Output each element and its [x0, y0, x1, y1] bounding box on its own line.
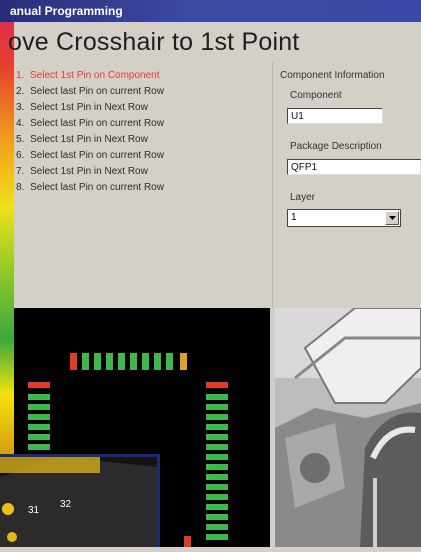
panel-divider: [272, 62, 273, 308]
page-heading: ove Crosshair to 1st Point: [8, 28, 300, 56]
step-item: 3. Select 1st Pin in Next Row: [16, 102, 148, 113]
layer-select[interactable]: 1: [287, 209, 401, 227]
camera-view[interactable]: [275, 308, 421, 547]
window-title-bar[interactable]: anual Programming: [0, 0, 421, 22]
inset-number-31: 31: [28, 505, 40, 516]
step-item: 8. Select last Pin on current Row: [16, 182, 164, 193]
step-item: 4. Select last Pin on current Row: [16, 118, 164, 129]
component-info-title: Component Information: [280, 70, 385, 81]
step-item: 2. Select last Pin on current Row: [16, 86, 164, 97]
component-field[interactable]: U1: [287, 108, 383, 124]
photo-inset: 31 32: [0, 454, 160, 547]
chevron-down-icon[interactable]: [385, 211, 399, 225]
window-title: anual Programming: [10, 4, 123, 18]
component-label: Component: [290, 90, 342, 101]
step-list: 1. Select 1st Pin on Component 2. Select l…: [16, 68, 164, 196]
camera-image: [275, 308, 421, 547]
package-description-field[interactable]: QFP1: [287, 159, 421, 175]
step-item: 5. Select 1st Pin in Next Row: [16, 134, 148, 145]
inset-photo: 31 32: [0, 457, 157, 547]
layer-label: Layer: [290, 192, 316, 203]
layer-select-value: 1: [291, 212, 297, 223]
step-item: 7. Select 1st Pin in Next Row: [16, 166, 148, 177]
inset-number-32: 32: [60, 499, 72, 510]
step-item: 6. Select last Pin on current Row: [16, 150, 164, 161]
step-item: 1. Select 1st Pin on Component: [16, 70, 160, 81]
package-description-label: Package Description: [290, 141, 382, 152]
